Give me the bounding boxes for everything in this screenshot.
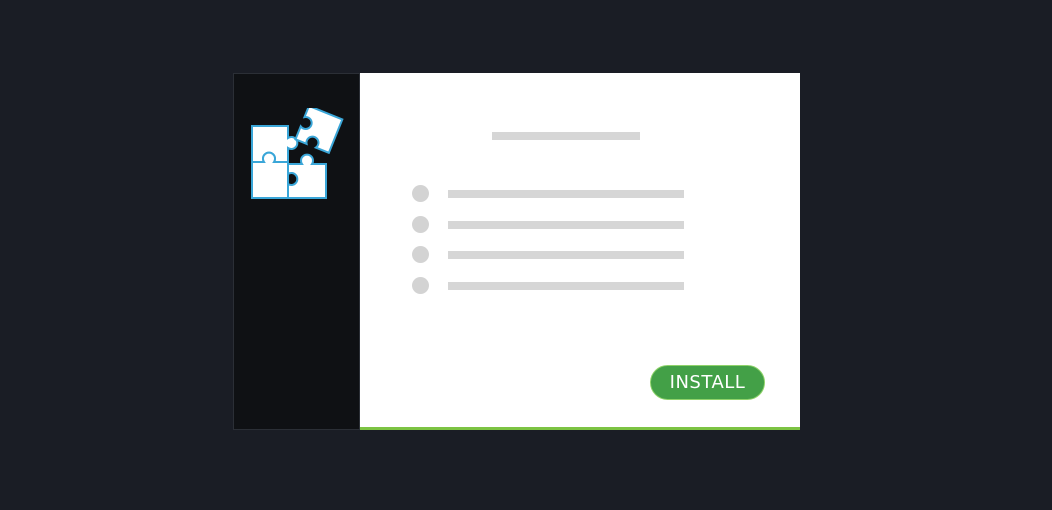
- title-placeholder-bar: [492, 132, 640, 140]
- bullet-icon: [412, 246, 429, 263]
- installer-dialog: INSTALL: [233, 73, 800, 430]
- bullet-icon: [412, 276, 429, 294]
- bullet-icon: [412, 185, 429, 202]
- install-button[interactable]: INSTALL: [650, 365, 765, 400]
- text-placeholder-line: [448, 281, 684, 290]
- installer-sidebar: [233, 73, 360, 430]
- puzzle-pieces-icon: [251, 108, 344, 199]
- installer-content: INSTALL: [360, 73, 800, 430]
- text-placeholder-line: [448, 220, 684, 229]
- text-placeholder-line: [448, 251, 684, 259]
- bullet-icon: [412, 215, 429, 233]
- text-placeholder-line: [448, 190, 684, 198]
